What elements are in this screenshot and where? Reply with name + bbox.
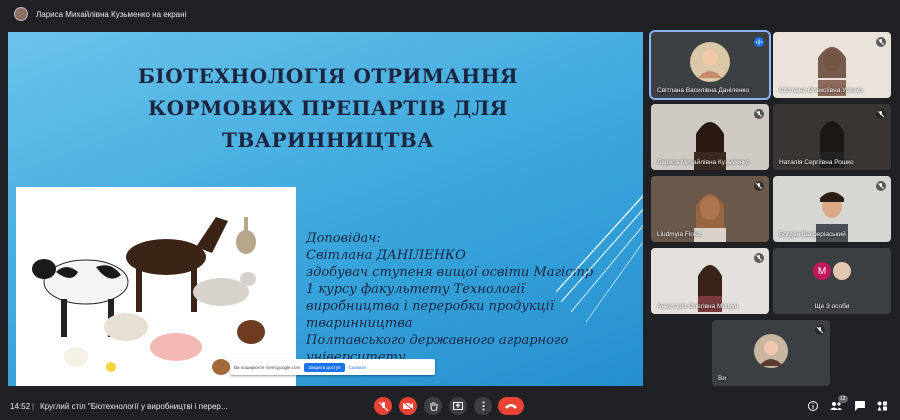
slide-title-line: БІОТЕХНОЛОГІЯ ОТРИМАННЯ	[137, 64, 519, 88]
presentation-bar-title: Лариса Михайлівна Кузьменко на екрані	[36, 9, 187, 19]
participant-tile[interactable]: Світлана Олексіївна Усенко	[773, 32, 891, 98]
slide-title: БІОТЕХНОЛОГІЯ ОТРИМАННЯ КОРМОВИХ ПРЕПАРТ…	[68, 60, 588, 156]
participant-tile[interactable]: Liudmyla Floka	[651, 176, 769, 242]
meeting-details-button[interactable]	[806, 399, 820, 413]
more-vert-icon	[482, 401, 484, 411]
mic-off-icon	[876, 37, 886, 47]
participant-name: Ще 3 особи	[814, 303, 850, 310]
others-avatar-photo	[833, 262, 851, 280]
participant-tile-others[interactable]: M Ще 3 особи	[773, 248, 891, 314]
participant-tile[interactable]: Богдан Шаферіаський	[773, 176, 891, 242]
phone-hangup-icon	[505, 404, 517, 409]
mic-off-icon	[754, 181, 764, 191]
bottom-control-bar: 14:52 | Круглий стіл "Біотехнології у ви…	[0, 392, 900, 420]
camera-off-icon	[403, 402, 413, 410]
participant-name: Ви	[718, 375, 726, 382]
participant-tile[interactable]: Світлана Василівна Даніленко	[649, 30, 771, 100]
participant-avatar	[690, 42, 730, 87]
mic-toggle-button[interactable]	[374, 397, 392, 415]
participant-name: Liudmyla Floka	[657, 231, 701, 238]
participant-name: Лариса Михайлівна Кузьменко	[657, 159, 750, 166]
participant-name: Анастасія Олегівна Мишун	[657, 303, 739, 310]
mic-off-icon	[754, 109, 764, 119]
participant-name: Наталія Сергіївна Рошко	[779, 159, 854, 166]
info-icon	[808, 401, 818, 411]
mic-off-icon	[876, 181, 886, 191]
activities-button[interactable]	[875, 399, 889, 413]
hand-icon	[430, 402, 437, 411]
meeting-title: Круглий стіл "Біотехнології у виробництв…	[40, 401, 228, 411]
mic-off-icon	[378, 401, 388, 411]
activities-icon	[877, 401, 887, 411]
decorative-lines	[556, 194, 643, 323]
speaker-line: Полтавського державного аграрного	[306, 333, 569, 348]
presentation-bar: Лариса Михайлівна Кузьменко на екрані	[0, 0, 900, 28]
shared-slide: БІОТЕХНОЛОГІЯ ОТРИМАННЯ КОРМОВИХ ПРЕПАРТ…	[8, 32, 643, 386]
participant-name: Світлана Олексіївна Усенко	[779, 87, 863, 94]
farm-animals-image	[16, 187, 296, 386]
self-tile[interactable]: Ви	[712, 320, 830, 386]
participant-name: Богдан Шаферіаський	[779, 231, 846, 238]
separator: |	[32, 401, 35, 411]
others-avatar: M	[813, 262, 831, 280]
slide-title-line: ТВАРИННИЦТВА	[221, 128, 435, 152]
hide-toast-button[interactable]: Сховати	[349, 365, 366, 370]
present-screen-button[interactable]	[449, 397, 467, 415]
stop-sharing-button[interactable]: Закрити доступ	[304, 362, 345, 372]
clock: 14:52	[10, 401, 31, 411]
participant-tile[interactable]: Лариса Михайлівна Кузьменко	[651, 104, 769, 170]
mic-off-icon	[815, 325, 825, 335]
chat-button[interactable]	[853, 399, 867, 413]
mic-off-icon	[876, 109, 886, 119]
self-avatar	[754, 334, 788, 373]
participant-tile[interactable]: Наталія Сергіївна Рошко	[773, 104, 891, 170]
participant-name: Світлана Василівна Даніленко	[657, 87, 749, 94]
more-options-button[interactable]	[474, 397, 492, 415]
chat-icon	[855, 401, 865, 411]
present-icon	[453, 402, 463, 410]
camera-toggle-button[interactable]	[399, 397, 417, 415]
raise-hand-button[interactable]	[424, 397, 442, 415]
slide-title-line: КОРМОВИХ ПРЕПАРТІВ ДЛЯ	[147, 96, 509, 120]
screen-share-toast: Ви поширюєте meet.google.com Закрити дос…	[230, 359, 435, 375]
people-count-badge: 12	[838, 395, 848, 403]
mic-off-icon	[754, 253, 764, 263]
participant-tile[interactable]: Анастасія Олегівна Мишун	[651, 248, 769, 314]
presenter-avatar	[14, 7, 28, 21]
speaking-indicator-icon	[754, 37, 764, 47]
toast-text: Ви поширюєте meet.google.com	[234, 364, 301, 370]
leave-call-button[interactable]	[498, 397, 524, 415]
